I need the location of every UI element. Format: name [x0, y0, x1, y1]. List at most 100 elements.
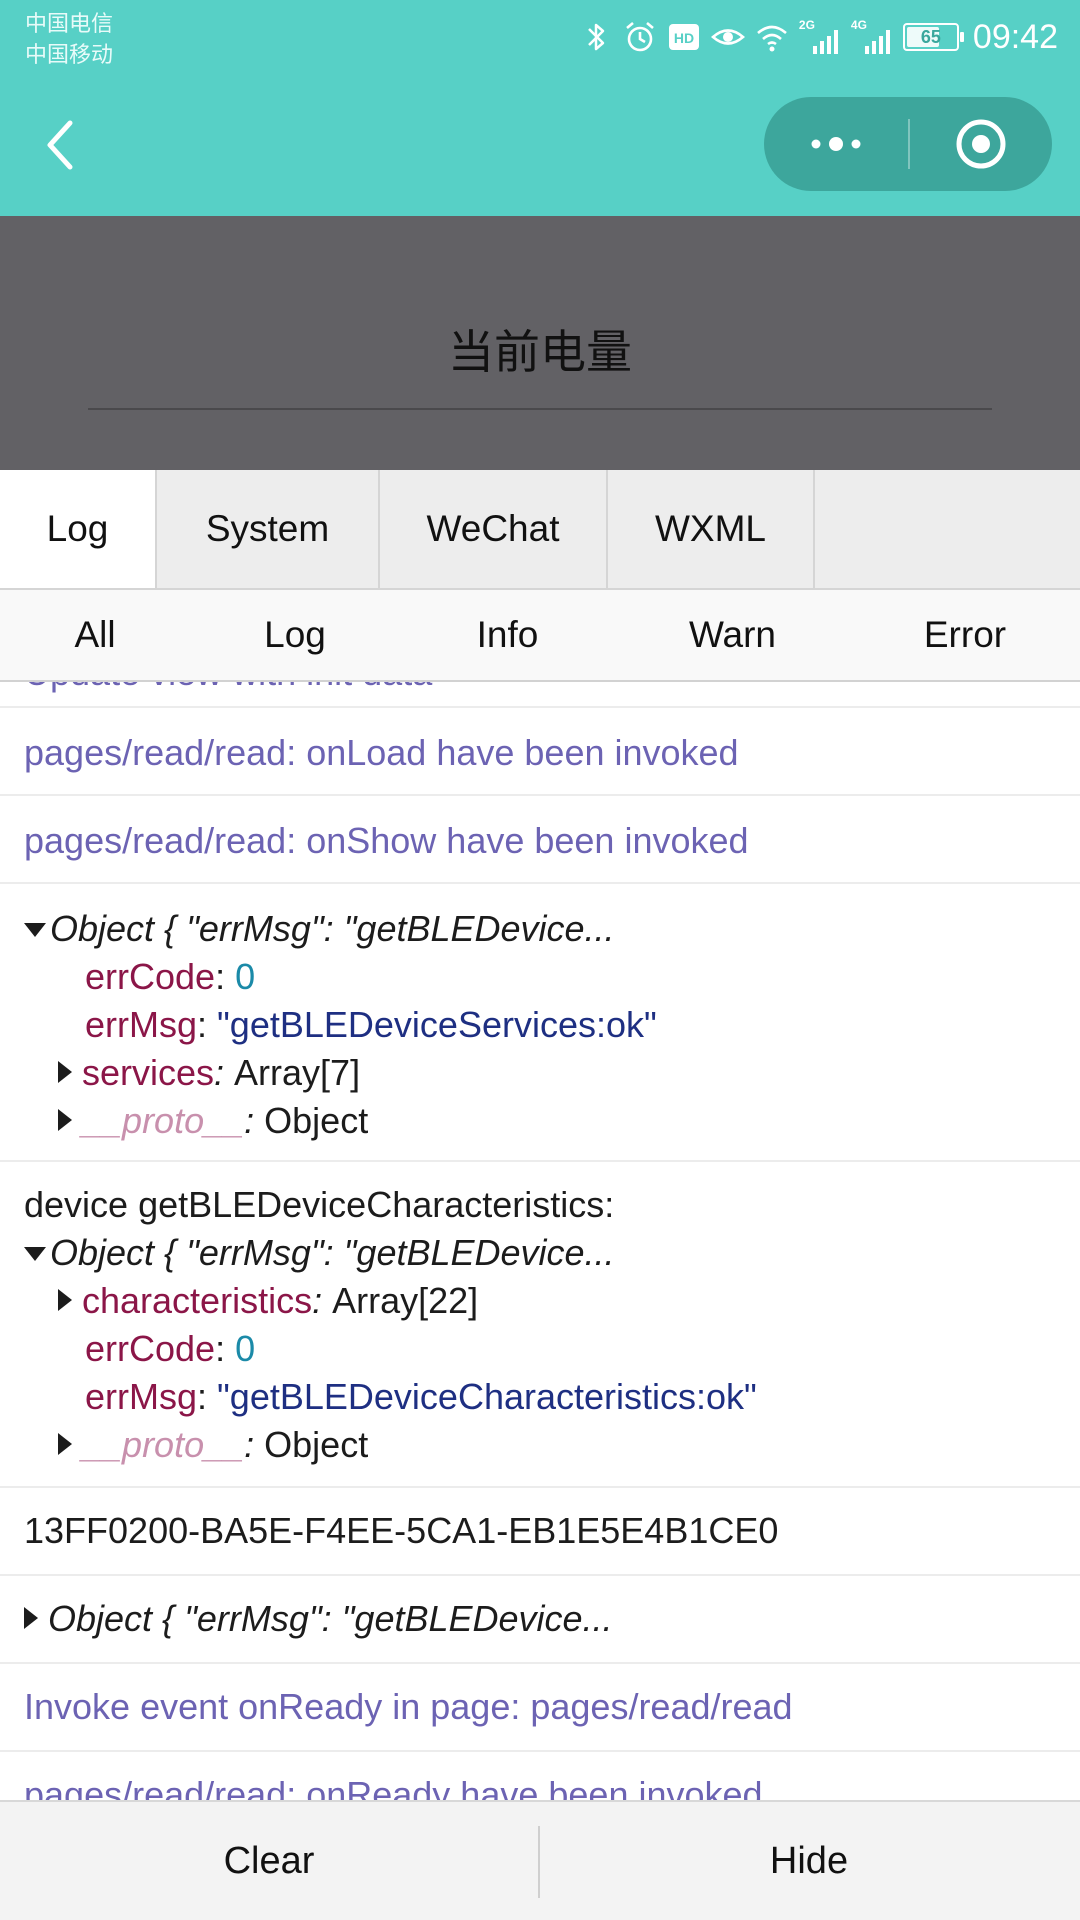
filter-label: Warn — [688, 614, 777, 655]
filter-log[interactable]: Log — [190, 590, 400, 680]
top-bar: 中国电信 中国移动 HD 2G 4G 65 09:42 — [0, 0, 1080, 216]
prop-value: Object — [264, 1424, 369, 1465]
collapse-triangle-icon — [24, 923, 46, 937]
filter-error[interactable]: Error — [850, 590, 1080, 680]
object-summary[interactable]: Object { "errMsg": "getBLEDevice... — [24, 1598, 613, 1640]
expand-triangle-icon — [58, 1109, 72, 1131]
tab-log[interactable]: Log — [0, 470, 157, 588]
prop-key: errMsg — [85, 1376, 198, 1417]
prop-value: 0 — [235, 1328, 256, 1369]
tab-label: WXML — [655, 508, 766, 549]
clock: 09:42 — [972, 17, 1058, 56]
expand-triangle-icon — [58, 1433, 72, 1455]
prop-value: "getBLEDeviceCharacteristics:ok" — [217, 1376, 757, 1417]
battery-level: 65 — [920, 26, 941, 47]
log-text: pages/read/read: onShow have been invoke… — [24, 820, 749, 861]
filter-label: Error — [923, 614, 1007, 655]
prop-errmsg: errMsg: "getBLEDeviceCharacteristics:ok" — [85, 1376, 757, 1417]
filter-warn[interactable]: Warn — [615, 590, 850, 680]
page-content: 当前电量 — [0, 216, 1080, 470]
log-text: device getBLEDeviceCharacteristics: — [24, 1184, 615, 1225]
log-row-object: device getBLEDeviceCharacteristics: Obje… — [0, 1162, 1080, 1488]
log-row: Update view with init data — [0, 682, 1080, 708]
object-summary-text: Object { "errMsg": "getBLEDevice... — [50, 1232, 615, 1273]
page-title: 当前电量 — [448, 325, 632, 379]
expand-triangle-icon — [58, 1289, 72, 1311]
more-dots-icon — [811, 137, 861, 151]
prop-key: characteristics — [82, 1280, 313, 1321]
console-tabs: Log System WeChat WXML — [0, 470, 1080, 590]
battery-icon: 65 — [902, 23, 964, 51]
title-divider — [88, 408, 992, 410]
carrier-info: 中国电信 中国移动 — [25, 8, 113, 70]
prop-value: Array[22] — [332, 1280, 479, 1321]
log-row: pages/read/read: onLoad have been invoke… — [0, 708, 1080, 796]
log-row: 13FF0200-BA5E-F4EE-5CA1-EB1E5E4B1CE0 — [0, 1488, 1080, 1576]
hide-label: Hide — [769, 1839, 849, 1882]
prop-key: __proto__ — [82, 1424, 245, 1465]
log-text: pages/read/read: onReady have been invok… — [24, 1774, 763, 1800]
clear-label: Clear — [223, 1839, 315, 1882]
carrier-2: 中国移动 — [25, 42, 114, 67]
prop-proto[interactable]: __proto__: Object — [58, 1424, 368, 1466]
object-summary[interactable]: Object { "errMsg": "getBLEDevice... — [24, 1232, 615, 1274]
hide-button[interactable]: Hide — [540, 1802, 1078, 1920]
filter-all[interactable]: All — [0, 590, 190, 680]
prop-key: errCode — [85, 956, 216, 997]
object-summary-text: Object { "errMsg": "getBLEDevice... — [50, 908, 615, 949]
log-row-object: Object { "errMsg": "getBLEDevice... — [0, 1576, 1080, 1664]
log-text: Update view with init data — [24, 682, 432, 694]
eye-icon — [710, 29, 745, 45]
alarm-icon — [626, 22, 654, 52]
prop-key: errMsg — [85, 1004, 198, 1045]
more-button[interactable] — [764, 97, 908, 191]
signal-4g-icon: 4G — [851, 18, 893, 54]
tab-system[interactable]: System — [157, 470, 380, 588]
filter-label: All — [74, 614, 116, 655]
menu-capsule — [764, 97, 1052, 191]
close-miniprogram-button[interactable] — [910, 97, 1052, 191]
collapse-triangle-icon — [24, 1247, 46, 1261]
back-button[interactable] — [30, 108, 90, 182]
log-text: Invoke event onReady in page: pages/read… — [24, 1686, 793, 1727]
signal-2g-icon: 2G — [799, 18, 841, 54]
tab-label: WeChat — [426, 508, 560, 549]
tab-wechat[interactable]: WeChat — [380, 470, 608, 588]
filter-label: Info — [476, 614, 539, 655]
target-close-icon — [956, 119, 1006, 169]
prop-key: __proto__ — [82, 1100, 245, 1141]
status-icons: HD 2G 4G 65 09:42 — [579, 12, 1058, 62]
log-text: 13FF0200-BA5E-F4EE-5CA1-EB1E5E4B1CE0 — [24, 1510, 779, 1551]
prop-proto[interactable]: __proto__: Object — [58, 1100, 368, 1142]
object-summary[interactable]: Object { "errMsg": "getBLEDevice... — [24, 908, 615, 950]
prop-characteristics[interactable]: characteristics: Array[22] — [58, 1280, 478, 1322]
prop-value: Array[7] — [234, 1052, 361, 1093]
prop-value: 0 — [235, 956, 256, 997]
filter-label: Log — [264, 614, 326, 655]
prop-errcode: errCode: 0 — [85, 956, 256, 997]
prop-errmsg: errMsg: "getBLEDeviceServices:ok" — [85, 1004, 657, 1045]
prop-errcode: errCode: 0 — [85, 1328, 256, 1369]
tab-wxml[interactable]: WXML — [608, 470, 815, 588]
prop-value: "getBLEDeviceServices:ok" — [217, 1004, 657, 1045]
tab-label: Log — [46, 508, 109, 549]
log-row: pages/read/read: onShow have been invoke… — [0, 796, 1080, 884]
log-filters: All Log Info Warn Error — [0, 590, 1080, 682]
object-summary-text: Object { "errMsg": "getBLEDevice... — [48, 1598, 613, 1639]
prop-value: Object — [264, 1100, 369, 1141]
filter-info[interactable]: Info — [400, 590, 615, 680]
log-row: pages/read/read: onReady have been invok… — [0, 1752, 1080, 1800]
expand-triangle-icon — [24, 1607, 38, 1629]
log-list[interactable]: Update view with init data pages/read/re… — [0, 682, 1080, 1800]
prop-key: services — [82, 1052, 215, 1093]
console-bottom-bar: Clear Hide — [0, 1800, 1080, 1920]
prop-services[interactable]: services: Array[7] — [58, 1052, 360, 1094]
bluetooth-icon — [588, 23, 605, 51]
hd-icon: HD — [668, 24, 699, 50]
expand-triangle-icon — [58, 1061, 72, 1083]
hd-badge-text: HD — [674, 30, 694, 46]
log-row: Invoke event onReady in page: pages/read… — [0, 1664, 1080, 1752]
wifi-icon — [757, 25, 787, 52]
carrier-1: 中国电信 — [25, 11, 114, 36]
clear-button[interactable]: Clear — [0, 1802, 538, 1920]
